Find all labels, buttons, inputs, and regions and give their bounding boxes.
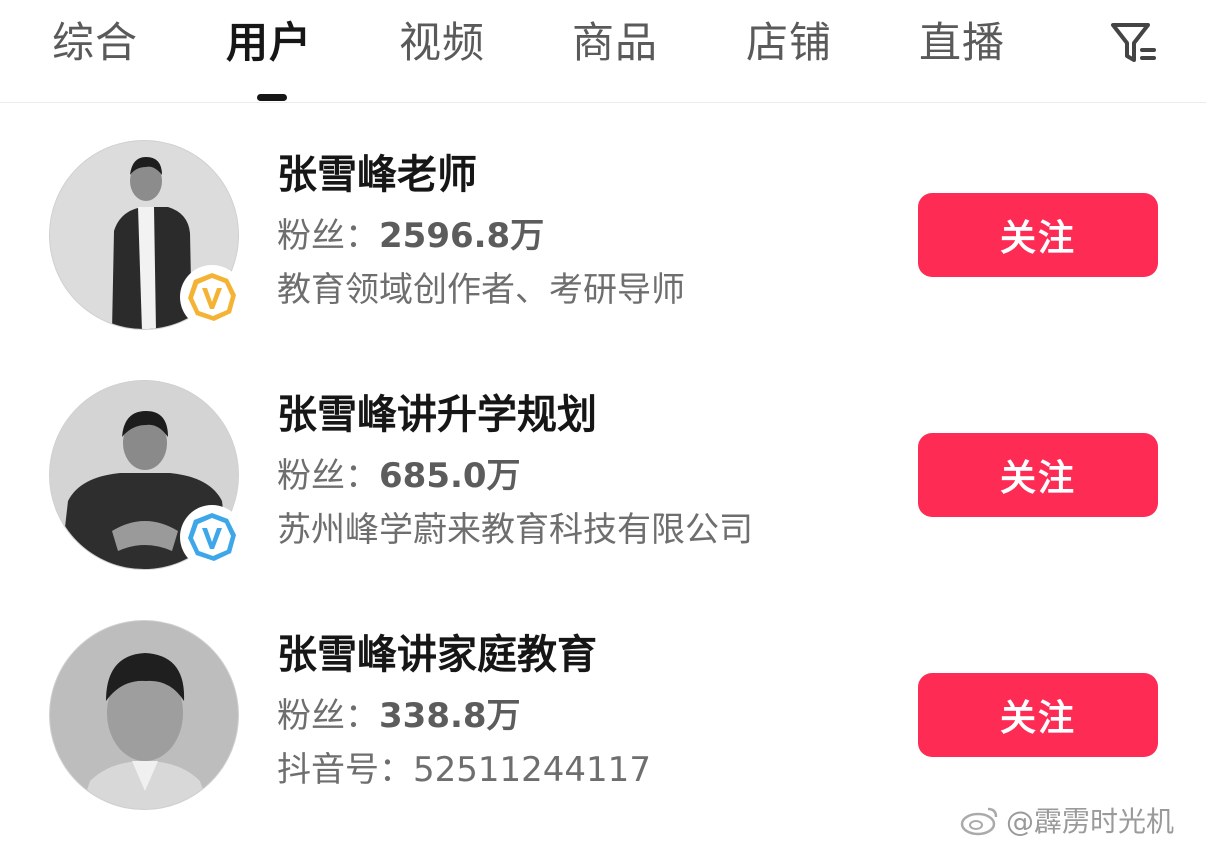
filter-icon[interactable] <box>1108 16 1160 68</box>
user-douyin-id: 抖音号：52511244117 <box>277 750 651 790</box>
fans-count: 粉丝：2596.8万 <box>277 214 544 258</box>
tab-comprehensive[interactable]: 综合 <box>52 18 138 68</box>
fans-value: 2596.8万 <box>379 216 545 256</box>
fans-label: 粉丝： <box>277 216 379 256</box>
user-name[interactable]: 张雪峰老师 <box>277 150 477 200</box>
verified-blue-icon <box>180 505 244 569</box>
fans-value: 338.8万 <box>379 696 521 736</box>
fans-count: 粉丝：685.0万 <box>277 454 521 498</box>
watermark-text: @霹雳时光机 <box>1006 805 1175 838</box>
verified-yellow-icon <box>180 265 244 329</box>
user-row[interactable]: 张雪峰讲家庭教育 粉丝：338.8万 抖音号：52511244117 关注 <box>0 580 1206 820</box>
user-row[interactable]: 张雪峰讲升学规划 粉丝：685.0万 苏州峰学蔚来教育科技有限公司 关注 <box>0 340 1206 580</box>
weibo-watermark: @霹雳时光机 <box>960 800 1174 840</box>
weibo-icon <box>960 807 998 836</box>
user-description: 苏州峰学蔚来教育科技有限公司 <box>277 510 753 550</box>
user-row[interactable]: 张雪峰老师 粉丝：2596.8万 教育领域创作者、考研导师 关注 <box>0 100 1206 340</box>
user-name[interactable]: 张雪峰讲家庭教育 <box>277 630 597 680</box>
follow-button[interactable]: 关注 <box>918 433 1158 517</box>
follow-button[interactable]: 关注 <box>918 673 1158 757</box>
avatar[interactable] <box>49 620 239 810</box>
user-name[interactable]: 张雪峰讲升学规划 <box>277 390 597 440</box>
fans-label: 粉丝： <box>277 456 379 496</box>
user-description: 教育领域创作者、考研导师 <box>277 270 685 310</box>
tab-stores[interactable]: 店铺 <box>746 18 832 68</box>
fans-label: 粉丝： <box>277 696 379 736</box>
tab-users[interactable]: 用户 <box>226 18 312 68</box>
tab-videos[interactable]: 视频 <box>399 18 485 68</box>
tab-live[interactable]: 直播 <box>919 18 1005 68</box>
follow-button[interactable]: 关注 <box>918 193 1158 277</box>
tab-bar: 综合 用户 视频 商品 店铺 直播 <box>0 0 1206 103</box>
fans-value: 685.0万 <box>379 456 521 496</box>
fans-count: 粉丝：338.8万 <box>277 694 521 738</box>
tab-products[interactable]: 商品 <box>572 18 658 68</box>
